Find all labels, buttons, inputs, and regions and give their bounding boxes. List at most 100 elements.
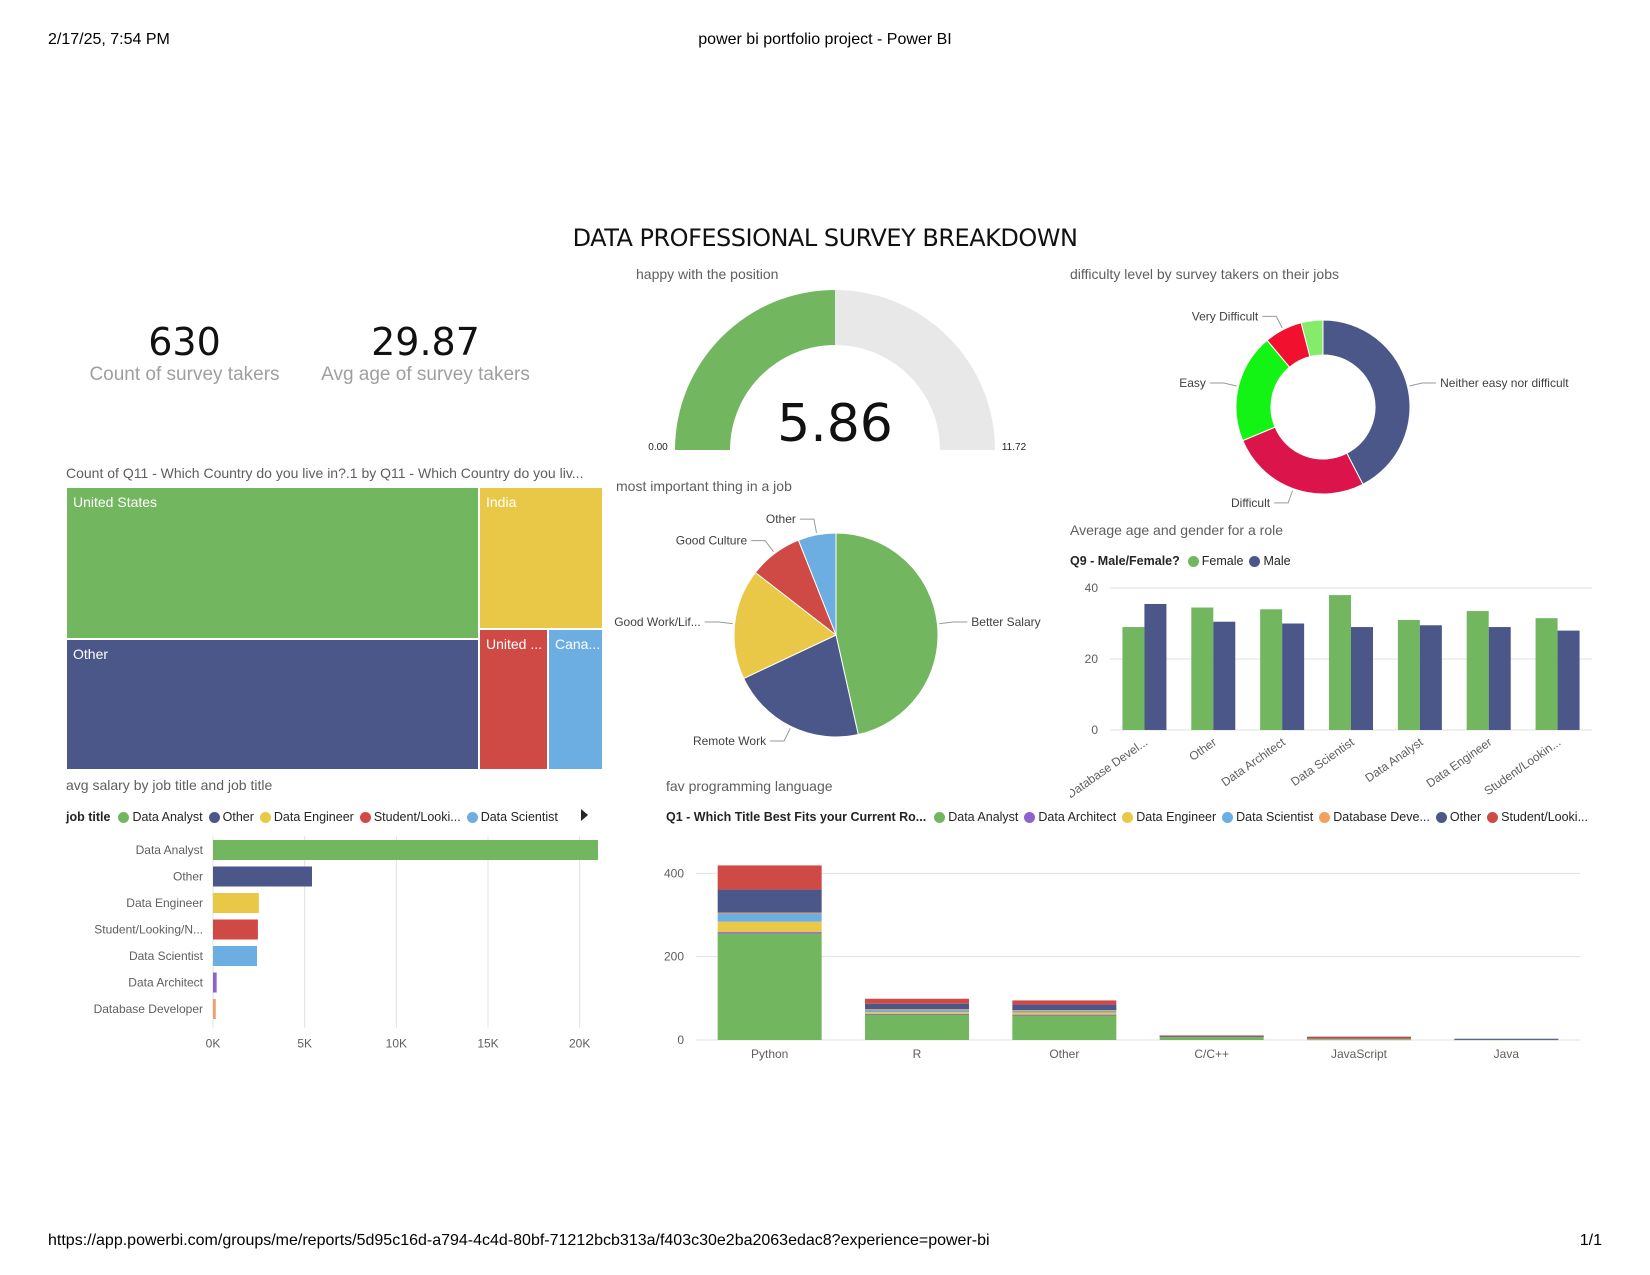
legend-dot [1249, 555, 1261, 567]
legend-item-data-analyst[interactable]: Data Analyst [934, 810, 1018, 824]
legend-label: Data Engineer [1136, 810, 1217, 824]
x-tick-label: Other [1186, 735, 1219, 764]
treemap-label: United States [73, 494, 158, 510]
bar-male [1144, 603, 1167, 730]
slice-label: Good Culture [676, 534, 748, 548]
slice-label: Other [766, 512, 796, 526]
x-tick-label: Database Devel... [1070, 735, 1150, 801]
bar-segment-data-engineer [1012, 1012, 1117, 1015]
age-gender-legend: Q9 - Male/Female? Female Male [1070, 554, 1297, 568]
difficulty-donut-chart[interactable]: Neither easy nor difficult Difficult Easy V… [1060, 285, 1600, 510]
slice-label: Good Work/Lif... [614, 615, 700, 629]
legend-label: Data Scientist [1236, 810, 1314, 824]
print-page-number: 1/1 [1579, 1232, 1602, 1249]
slice-label: Remote Work [693, 734, 767, 748]
kpi-card-count[interactable]: 630 Count of survey takers [72, 320, 297, 386]
x-tick-label: C/C++ [1194, 1047, 1229, 1061]
leader-line [770, 728, 791, 742]
leader-line [1409, 382, 1437, 387]
treemap-cell-united-kingdom[interactable]: United ... [479, 629, 548, 770]
legend-item-other[interactable]: Other [208, 810, 254, 824]
bar-female [1122, 627, 1145, 730]
salary-legend: job title Data Analyst Other Data Engine… [66, 810, 564, 824]
legend-label: Female [1201, 554, 1244, 568]
legend-label: Other [1449, 810, 1482, 824]
bar-data-analyst [213, 840, 598, 860]
x-tick-label: Data Architect [1219, 735, 1289, 790]
kpi-card-avg-age[interactable]: 29.87 Avg age of survey takers [313, 320, 538, 386]
country-treemap[interactable]: United States Other India United ... Can… [66, 487, 603, 770]
slice-label: Better Salary [971, 615, 1040, 629]
bar-segment-other [1454, 1038, 1559, 1040]
legend-item-female[interactable]: Female [1187, 554, 1244, 568]
legend-item-data-scientist[interactable]: Data Scientist [1222, 810, 1313, 824]
legend-label: Database Deve... [1333, 810, 1430, 824]
salary-bar-chart[interactable]: 0K 5K 10K 15K 20K Data Analyst Other Data Engin… [66, 835, 606, 1065]
gauge-min-label: 0.00 [648, 442, 668, 453]
bar-other [213, 866, 312, 887]
treemap-cell-united-states[interactable]: United States [66, 487, 479, 639]
legend-item-male[interactable]: Male [1249, 554, 1291, 568]
leader-line [1209, 382, 1237, 387]
legend-item-other[interactable]: Other [1435, 810, 1482, 824]
bar-segment-data-scientist [717, 913, 822, 922]
y-tick-label: 20 [1085, 652, 1099, 666]
important-pie-chart[interactable]: Better Salary Remote Work Good Work/Lif...… [610, 500, 1070, 760]
y-tick-label: Data Engineer [126, 896, 203, 910]
kpi-avg-age-value: 29.87 [371, 320, 480, 364]
x-tick-label: Python [751, 1047, 788, 1061]
x-tick-label: Data Scientist [1288, 735, 1357, 789]
bar-male [1488, 627, 1511, 730]
legend-label: Data Analyst [132, 810, 203, 824]
legend-item-data-scientist[interactable]: Data Scientist [466, 810, 558, 824]
bar-male [1282, 623, 1305, 730]
slice-label: Difficult [1231, 496, 1271, 510]
legend-title: Q1 - Which Title Best Fits your Current … [666, 810, 927, 824]
legend-label: Data Analyst [948, 810, 1019, 824]
bar-segment-data-architect [1012, 1014, 1117, 1016]
legend-item-data-engineer[interactable]: Data Engineer [1122, 810, 1216, 824]
bar-segment-student-looki [717, 865, 822, 890]
legend-next-arrow-icon[interactable] [581, 809, 588, 821]
x-tick-label: Data Engineer [1424, 735, 1495, 790]
legend-item-database-developer[interactable]: Database Deve... [1319, 810, 1430, 824]
treemap-label: India [486, 494, 517, 510]
legend-item-data-engineer[interactable]: Data Engineer [259, 810, 354, 824]
y-tick-label: Data Analyst [136, 843, 204, 857]
legend-title: job title [66, 810, 111, 824]
legend-item-data-analyst[interactable]: Data Analyst [118, 810, 203, 824]
age-gender-bar-chart[interactable]: 0 20 40 Database Devel... Other Data Architec… [1070, 578, 1600, 803]
bar-female [1535, 618, 1558, 730]
x-tick-label: 20K [569, 1037, 590, 1051]
kpi-avg-age-label: Avg age of survey takers [321, 364, 530, 385]
legend-dot [1222, 811, 1234, 823]
x-tick-label: R [913, 1047, 922, 1061]
leader-line [799, 518, 818, 533]
x-tick-label: Data Analyst [1362, 735, 1426, 785]
treemap-cell-canada[interactable]: Cana... [548, 629, 603, 770]
gauge-chart[interactable]: 5.86 0.00 11.72 [620, 285, 1040, 455]
treemap-cell-other[interactable]: Other [66, 639, 479, 770]
legend-item-student[interactable]: Student/Looki... [1487, 810, 1588, 824]
legend-dot [359, 811, 371, 823]
bar-segment-data-analyst [865, 1014, 969, 1040]
bar-male [1419, 625, 1442, 730]
bar-segment-student-looki [1159, 1035, 1264, 1037]
print-url: https://app.powerbi.com/groups/me/report… [48, 1232, 990, 1249]
legend-item-data-architect[interactable]: Data Architect [1024, 810, 1116, 824]
x-tick-label: JavaScript [1331, 1047, 1388, 1061]
language-stacked-bar-chart[interactable]: 0 200 400 Python R Other C/C++ JavaScript Java [660, 860, 1590, 1070]
bar-segment-student-looki [1012, 1000, 1117, 1005]
leader-line [704, 621, 733, 625]
x-tick-label: 10K [386, 1037, 407, 1051]
y-tick-label: Data Scientist [129, 949, 204, 963]
bar-female [1466, 611, 1489, 730]
legend-dot [934, 811, 946, 823]
treemap-cell-india[interactable]: India [479, 487, 603, 629]
bar-segment-other [1012, 1004, 1117, 1010]
legend-title: Q9 - Male/Female? [1070, 554, 1180, 568]
legend-dot [1487, 811, 1499, 823]
legend-label: Student/Looki... [1501, 810, 1589, 824]
gauge-title: happy with the position [636, 266, 779, 282]
legend-item-student[interactable]: Student/Looki... [359, 810, 461, 824]
